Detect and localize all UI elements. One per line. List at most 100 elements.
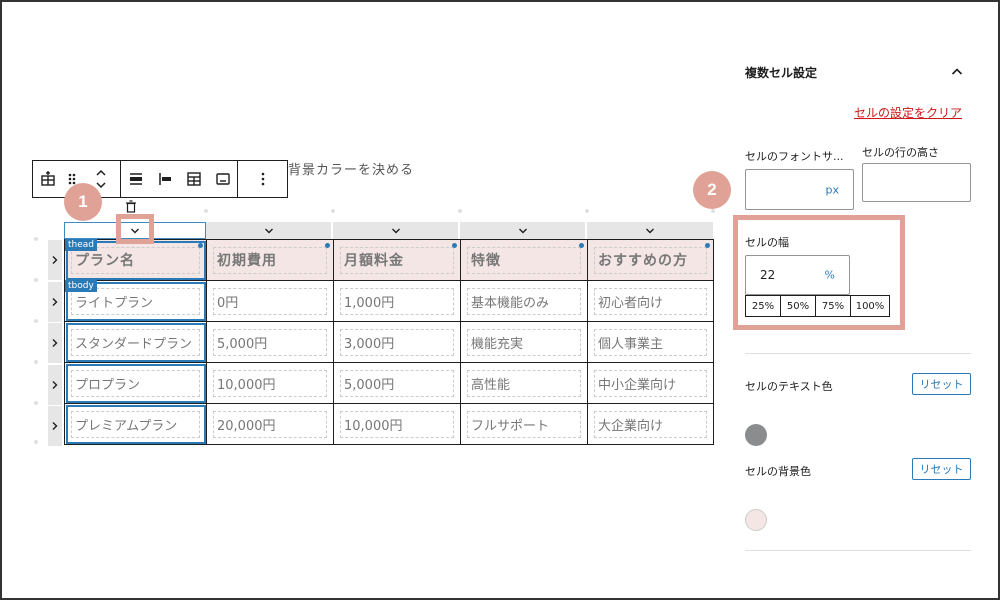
chevron-down-icon xyxy=(264,228,273,233)
chevron-right-icon xyxy=(52,339,58,347)
chevron-right-icon xyxy=(52,422,58,430)
row-height-input[interactable] xyxy=(862,163,971,202)
header-cell[interactable]: thead プラン名 xyxy=(64,239,207,281)
callout-badge-2: 2 xyxy=(693,171,731,209)
table-cell[interactable]: 10,000円 xyxy=(333,403,461,445)
column-handle[interactable] xyxy=(587,222,713,239)
row-handle[interactable] xyxy=(48,281,62,322)
text-color-swatch[interactable] xyxy=(745,424,767,446)
screenshot-frame: 背景カラーを決める 1 thead プラン名 初期費用 月額料金 特徴 おすすめ… xyxy=(0,0,1000,600)
chevron-right-icon xyxy=(52,380,58,389)
heading-fragment: 背景カラーを決める xyxy=(288,163,415,178)
table-cell[interactable]: 大企業向け xyxy=(587,403,714,445)
panel-divider xyxy=(745,550,971,551)
row-handles xyxy=(48,240,62,448)
table-cell[interactable]: スタンダードプラン xyxy=(64,321,207,363)
chevron-up-icon[interactable] xyxy=(950,64,964,83)
bg-color-label: セルの背景色 xyxy=(745,465,811,478)
table-icon[interactable] xyxy=(33,161,62,197)
bg-color-reset-button[interactable]: リセット xyxy=(912,458,971,480)
chevron-down-icon xyxy=(391,228,400,233)
cell-dot xyxy=(198,243,203,248)
column-handles xyxy=(64,222,713,239)
row-handle[interactable] xyxy=(48,406,62,446)
width-preset-button[interactable]: 100% xyxy=(850,295,890,317)
guide-dot xyxy=(34,401,38,405)
panel-divider xyxy=(745,353,971,354)
font-size-unit[interactable]: px xyxy=(826,183,840,196)
chevron-down-icon xyxy=(646,228,654,233)
cell-text: 初期費用 xyxy=(213,246,327,274)
width-preset-button[interactable]: 75% xyxy=(815,295,851,317)
tbody-tag: tbody xyxy=(65,280,97,292)
column-handle[interactable] xyxy=(206,222,333,239)
guide-dot xyxy=(34,319,38,323)
header-cell[interactable]: おすすめの方 xyxy=(587,239,714,281)
delete-column-trash-icon[interactable] xyxy=(123,198,139,214)
table-cell[interactable]: 基本機能のみ xyxy=(460,280,588,322)
cell-width-value: 22 xyxy=(760,268,776,282)
cell-text: 大企業向け xyxy=(594,410,707,438)
table-cell[interactable]: 0円 xyxy=(206,280,334,322)
cell-text: 10,000円 xyxy=(340,410,454,438)
table-cell[interactable]: 個人事業主 xyxy=(587,321,714,363)
cell-text: プレミアムプラン xyxy=(71,410,200,438)
table-cell[interactable]: 20,000円 xyxy=(206,403,334,445)
table-cell[interactable]: 中小企業向け xyxy=(587,362,714,404)
row-height-label: セルの行の高さ xyxy=(862,146,939,159)
table-cell[interactable]: 5,000円 xyxy=(333,362,461,404)
guide-dot xyxy=(34,237,38,241)
column-handle[interactable] xyxy=(460,222,587,239)
cell-text: 5,000円 xyxy=(213,328,327,356)
header-cell[interactable]: 月額料金 xyxy=(333,239,461,281)
header-cell[interactable]: 特徴 xyxy=(460,239,588,281)
more-icon[interactable] xyxy=(248,161,277,197)
table-cell[interactable]: フルサポート xyxy=(460,403,588,445)
pricing-table: thead プラン名 初期費用 月額料金 特徴 おすすめの方 tbody ライトプラ… xyxy=(64,239,714,445)
row-handle[interactable] xyxy=(48,323,62,363)
width-preset-button[interactable]: 50% xyxy=(780,295,816,317)
text-color-reset-button[interactable]: リセット xyxy=(912,373,971,395)
table-row: プレミアムプラン 20,000円 10,000円 フルサポート 大企業向け xyxy=(64,403,714,445)
bg-color-swatch[interactable] xyxy=(745,509,767,531)
clear-cell-settings-link[interactable]: セルの設定をクリア xyxy=(854,104,962,121)
cell-text: 初心者向け xyxy=(594,287,707,315)
table-cell[interactable]: プロプラン xyxy=(64,362,207,404)
header-cell[interactable]: 初期費用 xyxy=(206,239,334,281)
cell-text: 1,000円 xyxy=(340,287,454,315)
row-handle[interactable] xyxy=(48,364,62,405)
table-cell[interactable]: 3,000円 xyxy=(333,321,461,363)
align-center-icon[interactable] xyxy=(121,161,150,197)
text-color-label: セルのテキスト色 xyxy=(745,380,833,393)
table-cell[interactable]: 5,000円 xyxy=(206,321,334,363)
table-row: プロプラン 10,000円 5,000円 高性能 中小企業向け xyxy=(64,362,714,404)
table-cell[interactable]: 初心者向け xyxy=(587,280,714,322)
cell-dot xyxy=(452,243,457,248)
table-cell[interactable]: tbody ライトプラン xyxy=(64,280,207,322)
cell-width-unit[interactable]: % xyxy=(825,269,835,282)
table-cell[interactable]: 10,000円 xyxy=(206,362,334,404)
cell-text: 5,000円 xyxy=(340,369,454,397)
row-handle[interactable] xyxy=(48,240,62,280)
cell-text: 基本機能のみ xyxy=(467,287,581,315)
cell-text: 特徴 xyxy=(467,246,581,274)
table-cell[interactable]: プレミアムプラン xyxy=(64,403,207,445)
cell-text: 20,000円 xyxy=(213,410,327,438)
cell-dot xyxy=(579,243,584,248)
guide-dot xyxy=(34,360,38,364)
guide-dot xyxy=(204,209,208,213)
width-preset-button[interactable]: 25% xyxy=(745,295,781,317)
guide-dot xyxy=(585,209,589,213)
caption-icon[interactable] xyxy=(208,161,237,197)
guide-dot xyxy=(711,209,715,213)
cell-text: フルサポート xyxy=(467,410,581,438)
cell-width-input[interactable]: 22 % xyxy=(745,255,850,295)
table-cell[interactable]: 1,000円 xyxy=(333,280,461,322)
table-cell[interactable]: 高性能 xyxy=(460,362,588,404)
table-grid-icon[interactable] xyxy=(179,161,208,197)
font-size-input[interactable]: px xyxy=(745,169,854,210)
cell-text: 機能充実 xyxy=(467,328,581,356)
table-cell[interactable]: 機能充実 xyxy=(460,321,588,363)
align-left-icon[interactable] xyxy=(150,161,179,197)
column-handle[interactable] xyxy=(333,222,460,239)
